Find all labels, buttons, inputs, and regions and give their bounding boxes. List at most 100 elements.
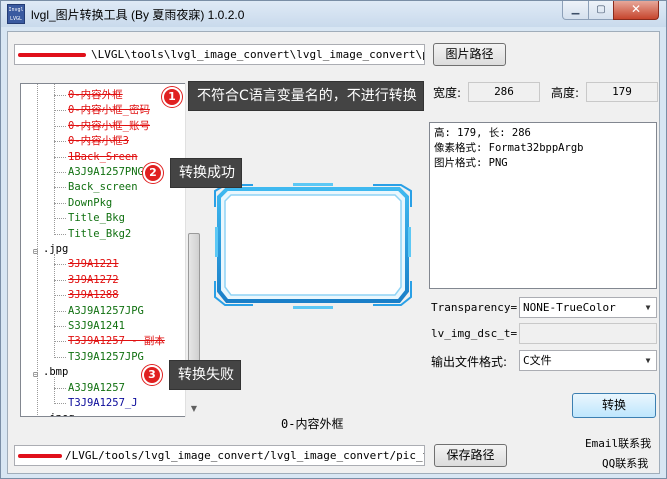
app-icon: Invgl LVGL — [7, 4, 25, 24]
tree-connector — [54, 202, 66, 204]
tree-connector — [54, 403, 66, 404]
tree-connector — [54, 264, 66, 266]
tree-item[interactable]: T3J9A1257_J — [21, 396, 201, 410]
tree-item-label: A3J9A1257PNG — [68, 166, 144, 178]
width-label: 宽度: — [433, 86, 462, 100]
tree-item-label: 0-内容小框_账号 — [68, 119, 150, 132]
tree-connector — [54, 110, 66, 112]
callout-invalid-name: 不符合C语言变量名的，不进行转换 — [188, 81, 424, 111]
tree-guide-line — [54, 377, 55, 404]
chevron-down-icon[interactable]: ▼ — [640, 351, 656, 370]
close-icon: ✕ — [630, 2, 642, 16]
tree-guide-line — [54, 84, 55, 235]
tree-folder[interactable]: ⊟ .jpg — [21, 242, 201, 256]
maximize-icon: ▢ — [596, 4, 606, 15]
tree-item[interactable]: Title_Bkg2 — [21, 227, 201, 241]
tree-item[interactable]: 3J9A1221 — [21, 257, 201, 271]
maximize-button[interactable]: ▢ — [588, 1, 614, 20]
output-format-label: 输出文件格式: — [431, 355, 508, 369]
tree-connector — [54, 387, 66, 389]
tree-item-label: .bmp — [43, 366, 69, 379]
tree-item[interactable]: S3J9A1241 — [21, 319, 201, 333]
tree-item[interactable]: 0-内容小框_账号 — [21, 119, 201, 133]
transparency-select[interactable]: NONE-TrueColor ▼ — [519, 297, 657, 318]
tree-item-label: 1Back_Sreen — [68, 150, 138, 163]
redaction-mark — [18, 53, 86, 57]
tree-folder[interactable]: ⊟.jpeg — [21, 411, 201, 416]
callout-success: 转换成功 — [170, 158, 242, 188]
tree-item-label: Back_screen — [68, 181, 138, 194]
output-format-select[interactable]: C文件 ▼ — [519, 350, 657, 371]
tree-connector — [54, 172, 66, 173]
window-title: lvgl_图片转换工具 (By 夏雨夜寐) 1.0.2.0 — [31, 8, 245, 22]
tree-connector — [54, 187, 66, 189]
tree-connector — [54, 156, 66, 158]
tree-item[interactable]: T3J9A1257 - 副本 — [21, 334, 201, 348]
callout-badge-1: 1 — [162, 87, 182, 107]
tree-connector — [54, 310, 66, 312]
callout-badge-3: 3 — [142, 365, 162, 385]
callout-badge-2: 2 — [143, 163, 163, 183]
save-path-field[interactable]: /LVGL/tools/lvgl_image_convert/lvgl_imag… — [14, 445, 425, 466]
tree-item[interactable]: 3J9A1272 — [21, 273, 201, 287]
width-value: 286 — [468, 82, 540, 102]
image-path-button[interactable]: 图片路径 — [433, 43, 506, 66]
transparency-value: NONE-TrueColor — [523, 301, 616, 314]
tree-item-label: Title_Bkg — [68, 212, 125, 225]
tree-item-label: .jpeg — [43, 411, 75, 416]
save-path-button[interactable]: 保存路径 — [434, 444, 507, 467]
tree-connector — [54, 295, 66, 297]
preview-caption: 0-内容外框 — [281, 417, 344, 431]
image-path-text: \LVGL\tools\lvgl_image_convert\lvgl_imag… — [91, 48, 424, 61]
tree-item-label: 0-内容小框_密码 — [68, 104, 150, 117]
save-path-text: /LVGL/tools/lvgl_image_convert/lvgl_imag… — [65, 449, 425, 462]
tree-guide-line — [54, 254, 55, 358]
tree-item[interactable]: 3J9A1288 — [21, 288, 201, 302]
tree-item[interactable]: 0-内容小框3 — [21, 134, 201, 148]
app-window: Invgl LVGL lvgl_图片转换工具 (By 夏雨夜寐) 1.0.2.0… — [0, 0, 667, 479]
tree-item-label: A3J9A1257 — [68, 381, 125, 394]
dsc-label: lv_img_dsc_t= — [431, 327, 518, 340]
image-path-field[interactable]: \LVGL\tools\lvgl_image_convert\lvgl_imag… — [14, 44, 425, 65]
tree-item-label: 0-内容外框 — [68, 89, 123, 101]
tree-connector — [54, 233, 66, 235]
email-contact-link[interactable]: Email联系我 — [585, 435, 651, 451]
qq-contact-link[interactable]: QQ联系我 — [602, 455, 648, 471]
tree-item-label: 0-内容小框3 — [68, 135, 129, 148]
tree-connector — [54, 218, 66, 220]
tree-item-label: 3J9A1288 — [68, 289, 119, 302]
transparency-label: Transparency= — [431, 301, 518, 314]
redaction-mark — [18, 454, 62, 458]
minimize-icon: ▁ — [571, 4, 580, 15]
close-button[interactable]: ✕ — [613, 1, 659, 20]
tree-item-label: Title_Bkg2 — [68, 227, 132, 240]
tree-connector — [54, 279, 66, 281]
scroll-down-icon[interactable]: ▼ — [186, 400, 202, 417]
tree-item-label: .jpg — [43, 243, 69, 255]
tree-item-label: 3J9A1272 — [68, 273, 119, 286]
tree-item[interactable]: A3J9A1257JPG — [21, 304, 201, 318]
minimize-button[interactable]: ▁ — [562, 1, 589, 20]
preview-image — [214, 183, 412, 309]
tree-connector — [54, 95, 66, 96]
tree-connector — [54, 356, 66, 358]
tree-item-label: A3J9A1257JPG — [68, 304, 144, 317]
callout-failed: 转换失败 — [169, 360, 241, 390]
chevron-down-icon[interactable]: ▼ — [640, 298, 656, 317]
title-bar[interactable]: Invgl LVGL lvgl_图片转换工具 (By 夏雨夜寐) 1.0.2.0… — [1, 1, 666, 27]
output-format-value: C文件 — [523, 354, 552, 367]
tree-item[interactable]: Title_Bkg — [21, 211, 201, 225]
convert-button[interactable]: 转换 — [572, 393, 656, 418]
tree-guide-line — [37, 84, 38, 416]
tree-connector — [54, 141, 66, 143]
tree-item-label: T3J9A1257JPG — [68, 350, 144, 363]
dsc-input[interactable] — [519, 323, 657, 344]
tree-item-label: 3J9A1221 — [68, 258, 119, 271]
tree-item-label: T3J9A1257_J — [68, 397, 138, 409]
tree-item[interactable]: DownPkg — [21, 196, 201, 210]
tree-item-label: DownPkg — [68, 196, 113, 209]
tree-connector — [54, 125, 66, 127]
tree-connector — [54, 326, 66, 327]
info-line: 图片格式: PNG — [434, 157, 508, 169]
info-line: 高: 179, 长: 286 — [434, 127, 531, 139]
